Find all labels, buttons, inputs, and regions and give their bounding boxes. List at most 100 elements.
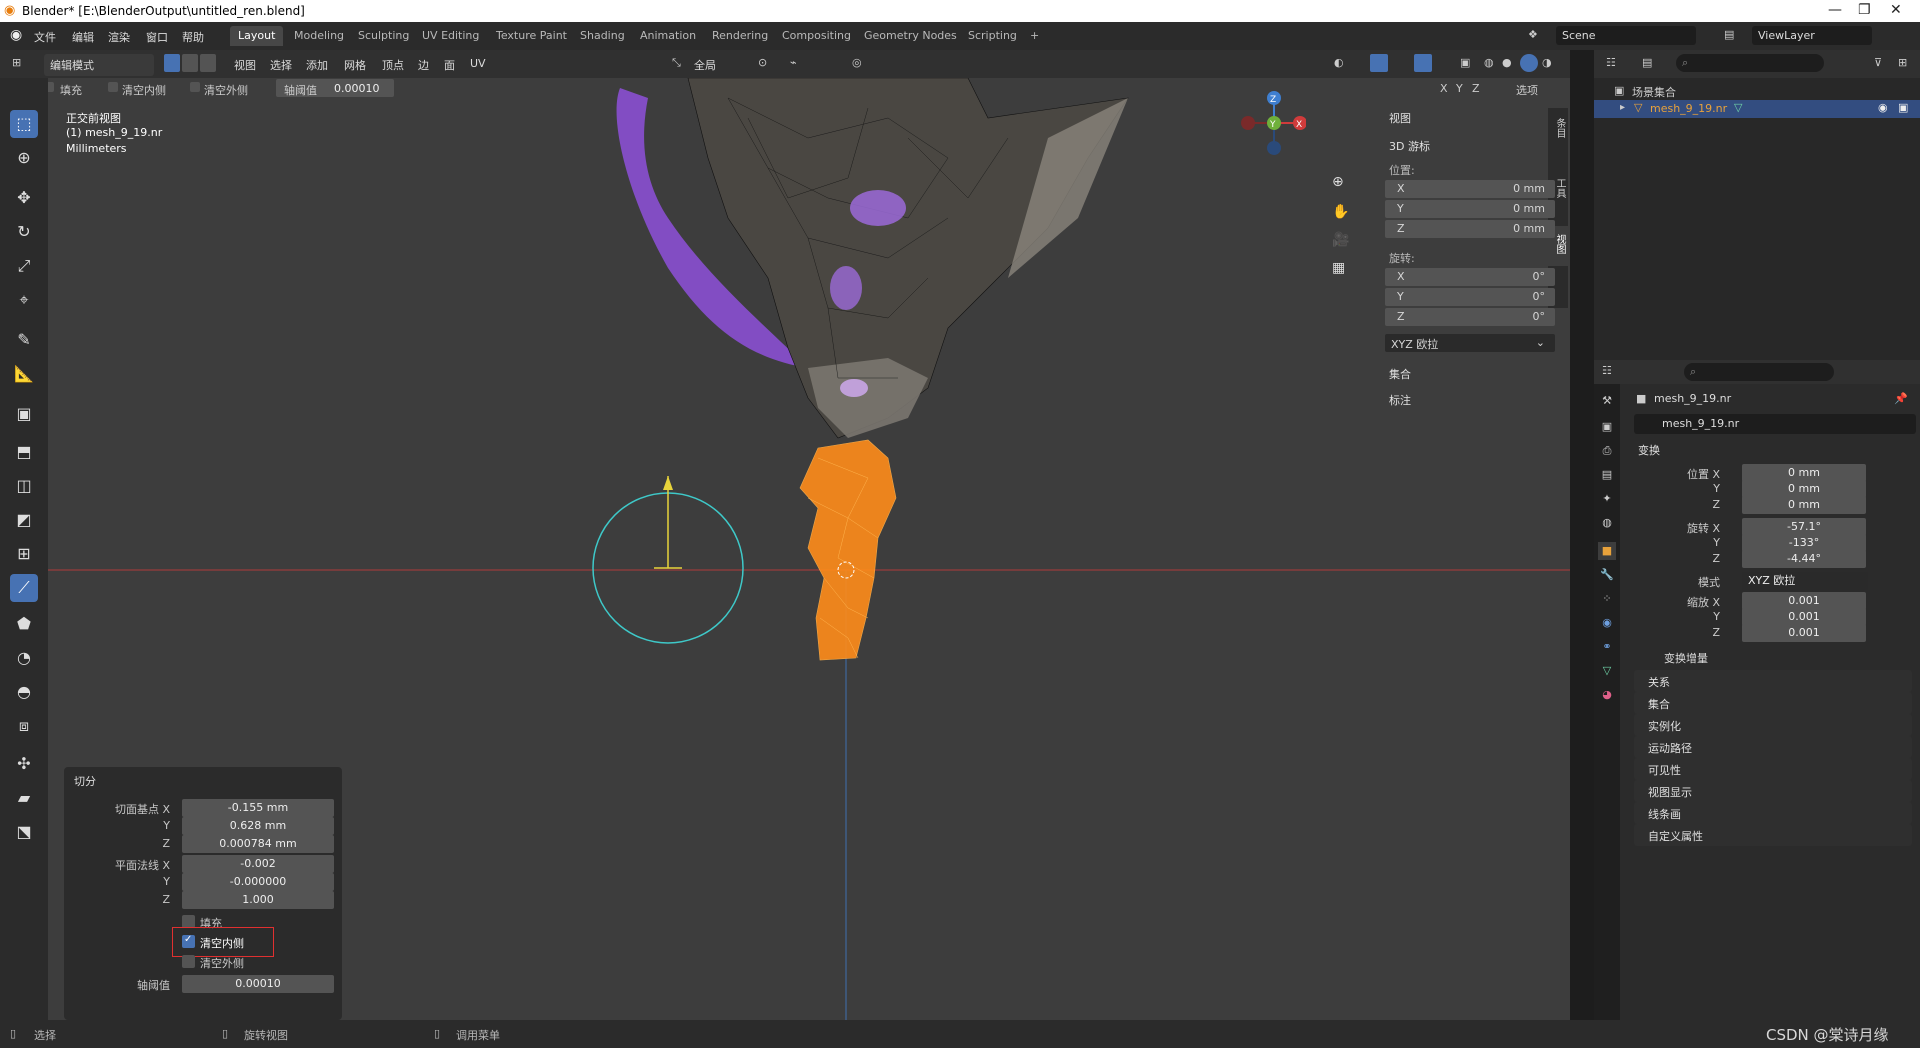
outliner-search-input[interactable]: ⌕: [1676, 54, 1824, 72]
zoom-icon[interactable]: ⊕: [1332, 174, 1344, 190]
move-tool-icon[interactable]: ✥: [10, 184, 38, 212]
maximize-icon[interactable]: ❐: [1858, 2, 1871, 18]
cursor-rotation-y[interactable]: Y 0°: [1385, 288, 1555, 306]
object-tab-icon[interactable]: ■: [1598, 542, 1616, 560]
cursor-rotation-x[interactable]: X 0°: [1385, 268, 1555, 286]
solid-shading-icon[interactable]: ●: [1502, 56, 1512, 69]
smooth-tool-icon[interactable]: ◓: [10, 678, 38, 706]
scene-tab-icon[interactable]: ✦: [1598, 490, 1616, 508]
bevel-tool-icon[interactable]: ◩: [10, 506, 38, 534]
view-layer-field[interactable]: ViewLayer: [1752, 26, 1872, 45]
scene-collection-label[interactable]: 场景集合: [1632, 84, 1676, 100]
menu-select[interactable]: 选择: [270, 57, 292, 73]
cursor-tool-icon[interactable]: ⊕: [10, 144, 38, 172]
cursor-rotation-z[interactable]: Z 0°: [1385, 308, 1555, 326]
cursor-location-y[interactable]: Y0 mm: [1385, 200, 1555, 218]
poly-build-tool-icon[interactable]: ⬟: [10, 610, 38, 638]
cursor-location-x[interactable]: X0 mm: [1385, 180, 1555, 198]
visibility-icon[interactable]: ◐: [1334, 56, 1344, 69]
knife-tool-icon[interactable]: ⟋: [10, 574, 38, 602]
outliner-type-icon[interactable]: ☷: [1606, 56, 1616, 69]
view-section-header[interactable]: 视图: [1389, 110, 1411, 126]
pivot-icon[interactable]: ⊙: [758, 56, 767, 69]
rotation-mode-dropdown[interactable]: XYZ 欧拉 ⌄: [1385, 334, 1555, 352]
tab-sculpting[interactable]: Sculpting: [350, 26, 417, 46]
collection-section-header[interactable]: 集合: [1389, 366, 1411, 382]
tab-shading[interactable]: Shading: [572, 26, 633, 46]
new-collection-icon[interactable]: ⊞: [1898, 56, 1907, 69]
menu-add[interactable]: 添加: [306, 57, 328, 73]
data-tab-icon[interactable]: ▽: [1598, 662, 1616, 680]
menu-mesh[interactable]: 网格: [344, 57, 366, 73]
transform-section-header[interactable]: 变换: [1638, 442, 1660, 458]
tab-texture-paint[interactable]: Texture Paint: [488, 26, 575, 46]
menu-vertex[interactable]: 顶点: [382, 57, 404, 73]
close-icon[interactable]: ✕: [1890, 2, 1902, 18]
clear-outer-checkbox-op[interactable]: [182, 955, 195, 968]
scene-field[interactable]: Scene: [1556, 26, 1696, 45]
wireframe-shading-icon[interactable]: ◍: [1484, 56, 1494, 69]
plane-normal-y[interactable]: -0.000000: [182, 873, 334, 891]
physics-tab-icon[interactable]: ◉: [1598, 614, 1616, 632]
location-z-field[interactable]: 0 mm: [1742, 496, 1866, 514]
mode-dropdown[interactable]: 编辑模式: [44, 54, 154, 76]
constraints-tab-icon[interactable]: ⚭: [1598, 638, 1616, 656]
shrink-fatten-tool-icon[interactable]: ✣: [10, 750, 38, 778]
expand-icon[interactable]: ▸: [1620, 102, 1625, 113]
tab-layout[interactable]: Layout: [230, 26, 284, 46]
operator-title[interactable]: 切分: [74, 773, 96, 789]
snap-icon[interactable]: ⌁: [790, 56, 797, 69]
output-tab-icon[interactable]: ⎙: [1598, 442, 1616, 460]
instancing-section[interactable]: 实例化: [1634, 714, 1912, 736]
view-layer-tab-icon[interactable]: ▤: [1598, 466, 1616, 484]
editor-type-icon[interactable]: ⊞: [12, 56, 21, 69]
relations-section[interactable]: 关系: [1634, 670, 1912, 692]
minimize-icon[interactable]: —: [1828, 2, 1842, 18]
render-tab-icon[interactable]: ▣: [1598, 418, 1616, 436]
tab-animation[interactable]: Animation: [632, 26, 704, 46]
tab-uv-editing[interactable]: UV Editing: [414, 26, 487, 46]
modifier-tab-icon[interactable]: 🔧: [1598, 566, 1616, 584]
annotation-section-header[interactable]: 标注: [1389, 392, 1411, 408]
select-box-tool-icon[interactable]: ⬚: [10, 110, 38, 138]
viewport-display-section[interactable]: 视图显示: [1634, 780, 1912, 802]
face-select-icon[interactable]: [200, 54, 216, 72]
line-art-section[interactable]: 线条画: [1634, 802, 1912, 824]
threshold-field-op[interactable]: 0.00010: [182, 975, 334, 993]
plane-point-x[interactable]: -0.155 mm: [182, 799, 334, 817]
properties-search-input[interactable]: ⌕: [1684, 363, 1834, 381]
clear-inner-checkbox-op[interactable]: ✓: [182, 934, 195, 948]
loop-cut-tool-icon[interactable]: ⊞: [10, 540, 38, 568]
menu-edge[interactable]: 边: [418, 57, 429, 73]
rendered-shading-icon[interactable]: ◑: [1542, 56, 1552, 69]
shear-tool-icon[interactable]: ▰: [10, 784, 38, 812]
transform-orientation-dropdown[interactable]: 全局: [688, 54, 744, 76]
custom-properties-section[interactable]: 自定义属性: [1634, 824, 1912, 846]
motion-paths-section[interactable]: 运动路径: [1634, 736, 1912, 758]
render-visibility-icon[interactable]: ▣: [1898, 101, 1908, 114]
object-name-field[interactable]: mesh_9_19.nr: [1634, 414, 1916, 434]
tab-rendering[interactable]: Rendering: [704, 26, 776, 46]
proportional-edit-icon[interactable]: ◎: [852, 56, 862, 69]
camera-icon[interactable]: 🎥: [1332, 232, 1349, 248]
tab-compositing[interactable]: Compositing: [774, 26, 859, 46]
pan-icon[interactable]: ✋: [1332, 204, 1349, 220]
extrude-tool-icon[interactable]: ⬒: [10, 438, 38, 466]
outliner-filter-mode-icon[interactable]: ▤: [1642, 56, 1652, 69]
plane-point-z[interactable]: 0.000784 mm: [182, 835, 334, 853]
inset-tool-icon[interactable]: ◫: [10, 472, 38, 500]
tab-scripting[interactable]: Scripting: [960, 26, 1025, 46]
blender-menu-icon[interactable]: ◉: [10, 27, 22, 43]
plane-normal-x[interactable]: -0.002: [182, 855, 334, 873]
vertex-select-icon[interactable]: [164, 54, 180, 72]
rotation-mode-dropdown[interactable]: XYZ 欧拉: [1742, 572, 1868, 590]
filter-icon[interactable]: ⊽: [1874, 56, 1882, 69]
cursor-location-z[interactable]: Z0 mm: [1385, 220, 1555, 238]
menu-face[interactable]: 面: [444, 57, 455, 73]
material-tab-icon[interactable]: ◕: [1598, 686, 1616, 704]
rotate-tool-icon[interactable]: ↻: [10, 218, 38, 246]
annotate-tool-icon[interactable]: ✎: [10, 326, 38, 354]
delta-transform-header[interactable]: 变换增量: [1664, 650, 1708, 666]
scale-z-field[interactable]: 0.001: [1742, 624, 1866, 642]
navigation-gizmo[interactable]: Z X Y: [1226, 86, 1306, 166]
